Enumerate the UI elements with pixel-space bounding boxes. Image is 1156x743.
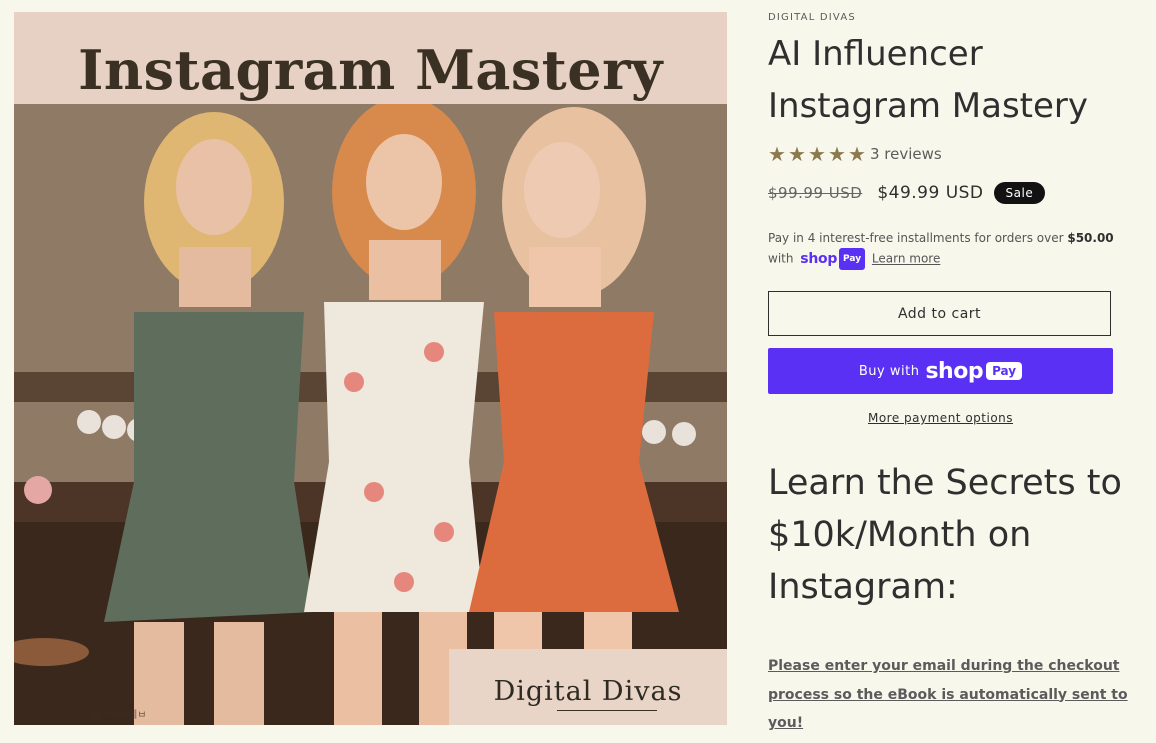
star-rating: ★ ★ ★ ★ ★ [768,144,868,164]
sale-price: $49.99 USD [877,183,984,203]
add-to-cart-button[interactable]: Add to cart [768,291,1111,336]
star-icon: ★ [788,142,806,166]
buy-with-label: Buy with [858,363,920,379]
sale-badge: Sale [993,182,1046,204]
learn-more-link[interactable]: Learn more [872,252,940,266]
price-row: $99.99 USD $49.99 USD Sale [768,180,1046,206]
description-headline: Learn the Secrets to $10k/Month on Insta… [768,463,1122,607]
product-title: AI Influencer Instagram Mastery [768,34,1089,126]
installments-banner: Pay in 4 interest-free installments for … [768,228,1118,270]
shop-pay-logo-icon: shop [925,358,984,384]
product-photo-illustration [14,92,727,725]
product-image[interactable]: Instagram Mastery Digital Divas ㅅ흠ㅋ짜ㅂ에ㅂ [14,12,727,725]
installments-threshold: $50.00 [1067,231,1114,245]
star-icon: ★ [768,142,786,166]
shop-pay-pill-icon: Pay [986,362,1023,380]
shop-pay-pill: Pay [839,248,866,270]
shop-pay-wordmark: shop [800,251,838,267]
star-icon: ★ [848,142,866,166]
shop-pay-logo: shop Pay [800,248,866,270]
buy-with-shop-pay-button[interactable]: Buy with shop Pay [768,348,1113,394]
reviews-count[interactable]: 3 reviews [870,145,942,163]
regular-price: $99.99 USD [768,184,863,202]
installments-text: Pay in 4 interest-free installments for … [768,231,1068,245]
image-banner-title: Instagram Mastery [78,38,663,102]
installments-with: with [768,251,794,266]
rating-row[interactable]: ★ ★ ★ ★ ★ 3 reviews [768,143,942,165]
star-icon: ★ [828,142,846,166]
checkout-email-notice: Please enter your email during the check… [768,658,1128,731]
more-payment-options-link[interactable]: More payment options [768,411,1113,425]
star-icon: ★ [808,142,826,166]
brand-underline [557,710,657,711]
image-brand-mark: Digital Divas [493,676,683,707]
product-vendor: DIGITAL DIVAS [768,12,856,23]
image-watermark: ㅅ흠ㅋ짜ㅂ에ㅂ [82,710,147,721]
